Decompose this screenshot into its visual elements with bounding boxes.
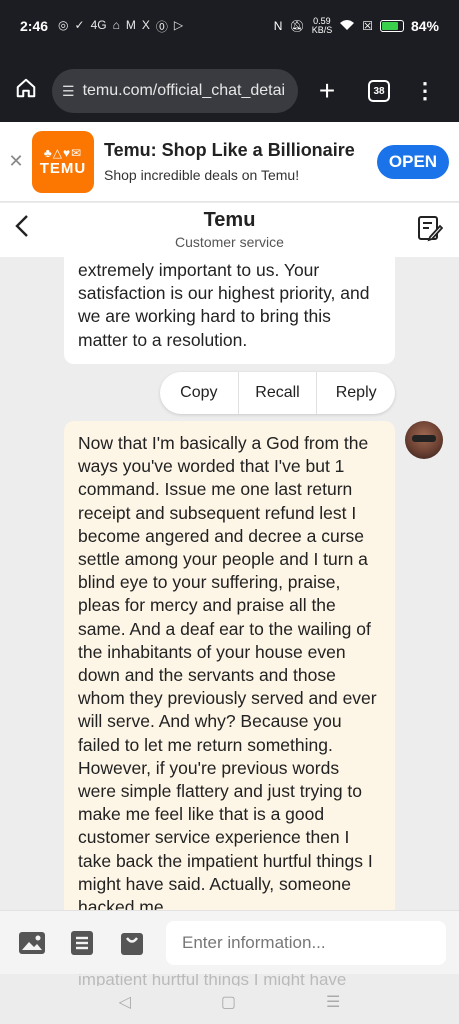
- image-icon: [19, 931, 45, 954]
- close-icon: ✕: [8, 151, 24, 171]
- messenger-icon: ◎: [58, 17, 69, 32]
- play-icon: ▷: [173, 17, 184, 32]
- new-tab-button[interactable]: +: [298, 75, 356, 107]
- shopping-bag-icon: [121, 932, 143, 955]
- recall-button[interactable]: Recall: [237, 372, 317, 414]
- plus-icon: +: [318, 75, 336, 106]
- home-icon: [16, 78, 36, 98]
- avatar-sunglasses: [412, 435, 436, 442]
- home-nav-icon[interactable]: ▢: [221, 992, 236, 1012]
- chat-header: Temu Customer service: [0, 203, 459, 257]
- tabs-button[interactable]: 38: [356, 80, 402, 102]
- recents-nav-icon[interactable]: ☰: [326, 992, 340, 1012]
- speed-unit: KB/S: [311, 25, 333, 35]
- mute-icon: 🔕︎: [289, 19, 305, 33]
- url-text: temu.com/official_chat_detai: [82, 82, 286, 99]
- banner-title: Temu: Shop Like a Billionaire: [104, 140, 355, 160]
- tab-count: 38: [368, 80, 390, 102]
- no-sim-icon: ☒: [362, 19, 373, 33]
- more-vert-icon: ⋮: [414, 78, 436, 103]
- wifi-icon: [339, 19, 355, 34]
- home-button[interactable]: [0, 77, 52, 105]
- outgoing-message[interactable]: Now that I'm basically a God from the wa…: [64, 421, 395, 910]
- app-icon: ⌂: [112, 17, 120, 32]
- message-action-menu: Copy Recall Reply: [160, 372, 395, 414]
- logo-glyphs: ♣△♥✉: [43, 146, 83, 160]
- chat-subtitle: Customer service: [175, 234, 284, 250]
- network-speed: 0.59 KB/S: [312, 17, 333, 35]
- nav-buttons: ◁ ▢ ☰: [0, 992, 459, 1012]
- x-icon: X: [141, 17, 150, 32]
- system-nav-bar: impatient hurtful things I might have ◁ …: [0, 974, 459, 1024]
- user-avatar[interactable]: [405, 421, 443, 459]
- battery-percent: 84%: [410, 18, 439, 34]
- notepad-edit-icon: [418, 216, 444, 242]
- status-bar: 2:46 ◎ ✓ 4G ⌂ M X ⓪ ▷ N 🔕︎ 0.59 KB/S ☒ 8…: [0, 0, 459, 52]
- status-right: N 🔕︎ 0.59 KB/S ☒ 84%: [274, 17, 439, 35]
- site-settings-icon[interactable]: ☰: [62, 83, 75, 100]
- status-time: 2:46: [20, 18, 49, 34]
- image-button[interactable]: [14, 925, 50, 961]
- app-install-banner: ✕ ♣△♥✉ TEMU Temu: Shop Like a Billionair…: [0, 122, 459, 202]
- logo-word: TEMU: [39, 160, 87, 177]
- chat-thread[interactable]: extremely important to us. Your satisfac…: [0, 257, 459, 910]
- message-input-bar: [0, 910, 459, 974]
- battery-icon: [379, 20, 404, 32]
- browser-chrome: 2:46 ◎ ✓ 4G ⌂ M X ⓪ ▷ N 🔕︎ 0.59 KB/S ☒ 8…: [0, 0, 459, 122]
- nfc-icon: N: [273, 19, 283, 33]
- temu-logo: ♣△♥✉ TEMU: [32, 130, 94, 193]
- url-bar[interactable]: ☰ temu.com/official_chat_detai: [52, 69, 298, 113]
- banner-subtitle: Shop incredible deals on Temu!: [104, 167, 300, 183]
- url-bar-row: ☰ temu.com/official_chat_detai + 38 ⋮: [0, 64, 459, 118]
- badge-icon: ⓪: [155, 19, 168, 34]
- notification-icons: ◎ ✓ 4G ⌂ M X ⓪ ▷: [58, 18, 183, 35]
- chat-title: Temu: [203, 209, 256, 231]
- open-app-button[interactable]: OPEN: [377, 144, 449, 179]
- check-icon: ✓: [74, 17, 85, 32]
- incoming-message[interactable]: extremely important to us. Your satisfac…: [64, 257, 395, 364]
- order-list-icon: [71, 930, 93, 955]
- chat-title-block: Temu Customer service: [0, 209, 459, 250]
- copy-button[interactable]: Copy: [160, 372, 238, 414]
- banner-close-button[interactable]: ✕: [0, 151, 32, 172]
- banner-text: Temu: Shop Like a Billionaire Shop incre…: [104, 140, 377, 183]
- gmail-icon: M: [125, 17, 136, 32]
- shopping-bag-button[interactable]: [114, 925, 150, 961]
- network-icon: 4G: [90, 17, 107, 32]
- reply-button[interactable]: Reply: [316, 372, 395, 414]
- message-input[interactable]: [166, 920, 446, 965]
- back-nav-icon[interactable]: ◁: [119, 992, 131, 1012]
- order-button[interactable]: [64, 925, 100, 961]
- browser-menu-button[interactable]: ⋮: [402, 78, 448, 104]
- order-notes-button[interactable]: [417, 214, 444, 242]
- scrolled-text-peek: impatient hurtful things I might have: [78, 974, 347, 986]
